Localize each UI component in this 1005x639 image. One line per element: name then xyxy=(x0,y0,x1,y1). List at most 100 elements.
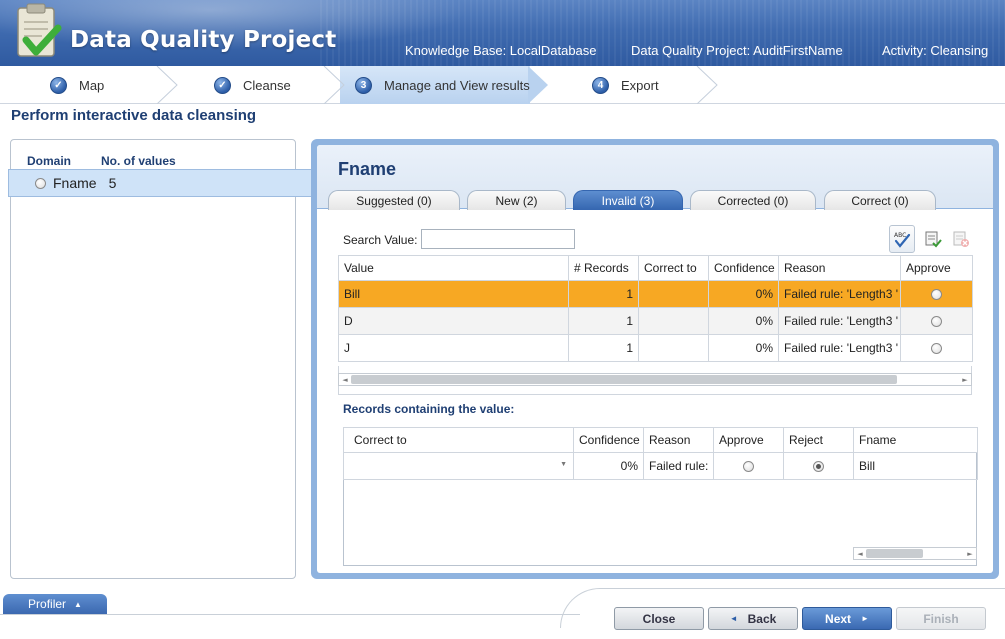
app-title: Data Quality Project xyxy=(70,27,337,53)
profiler-tab[interactable]: Profiler ▲ xyxy=(3,594,107,614)
approve-all-button[interactable] xyxy=(920,225,946,253)
col-header-reject[interactable]: Reject xyxy=(783,427,854,453)
values-table-header: Value # Records Correct to Confidence Re… xyxy=(338,255,973,281)
step-map[interactable]: ✓ Map xyxy=(50,66,104,104)
cell-reason: Failed rule: 'Length3 ' xyxy=(778,280,901,308)
values-table: Value # Records Correct to Confidence Re… xyxy=(338,255,973,362)
cell-confidence: 0% xyxy=(708,334,779,362)
domain-status-icon xyxy=(35,177,46,189)
col-header-confidence[interactable]: Confidence xyxy=(708,255,779,281)
col-header-reason[interactable]: Reason xyxy=(778,255,901,281)
step-complete-icon: ✓ xyxy=(214,76,231,94)
cell-reason: Failed rule: xyxy=(643,452,714,480)
approve-radio[interactable] xyxy=(743,461,754,473)
clipboard-check-icon xyxy=(17,3,62,57)
domain-name: Fname xyxy=(53,175,97,191)
scroll-thumb[interactable] xyxy=(351,375,897,384)
scroll-right-icon[interactable]: ► xyxy=(965,548,975,559)
activity-label: Activity: Cleansing xyxy=(882,43,989,58)
app-header: Data Quality Project Knowledge Base: Loc… xyxy=(0,0,1005,66)
records-table-header: Correct to Confidence Reason Approve Rej… xyxy=(343,427,978,453)
values-column-header: No. of values xyxy=(101,154,176,168)
project-label: Data Quality Project: AuditFirstName xyxy=(631,43,843,58)
knowledge-base-label: Knowledge Base: LocalDatabase xyxy=(405,43,597,58)
close-button[interactable]: Close xyxy=(614,607,704,630)
col-header-approve[interactable]: Approve xyxy=(713,427,784,453)
step-label: Export xyxy=(621,77,659,93)
col-header-value[interactable]: Value xyxy=(338,255,569,281)
values-horizontal-scrollbar[interactable]: ◄ ► xyxy=(338,373,972,386)
approve-radio[interactable] xyxy=(931,343,942,355)
step-manage-results[interactable]: 3 Manage and View results xyxy=(355,66,530,104)
cell-approve xyxy=(900,307,973,335)
tab-suggested[interactable]: Suggested (0) xyxy=(328,190,460,210)
cell-approve xyxy=(713,452,784,480)
cell-reject xyxy=(783,452,854,480)
tab-correct[interactable]: Correct (0) xyxy=(824,190,936,210)
footer-divider xyxy=(0,614,580,615)
cell-confidence: 0% xyxy=(708,280,779,308)
spell-check-icon: ABC xyxy=(894,232,911,248)
col-header-records[interactable]: # Records xyxy=(568,255,639,281)
records-horizontal-scrollbar[interactable]: ◄ ► xyxy=(853,547,977,560)
step-label: Map xyxy=(79,77,105,93)
tab-new[interactable]: New (2) xyxy=(467,190,566,210)
domain-title: Fname xyxy=(338,159,397,179)
step-export[interactable]: 4 Export xyxy=(592,66,659,104)
cell-correct-to-dropdown[interactable]: ▼ xyxy=(343,452,574,480)
cell-records: 1 xyxy=(568,334,639,362)
finish-button[interactable]: Finish xyxy=(896,607,986,630)
step-separator-icon xyxy=(156,66,178,104)
search-label: Search Value: xyxy=(343,233,418,247)
scroll-left-icon[interactable]: ◄ xyxy=(340,374,350,385)
col-header-reason[interactable]: Reason xyxy=(643,427,714,453)
step-complete-icon: ✓ xyxy=(50,76,67,94)
cell-confidence: 0% xyxy=(573,452,644,480)
scroll-left-icon[interactable]: ◄ xyxy=(855,548,865,559)
cell-correct-to[interactable] xyxy=(638,307,709,335)
tab-corrected[interactable]: Corrected (0) xyxy=(690,190,816,210)
back-button[interactable]: ◄ Back xyxy=(708,607,798,630)
spell-check-button[interactable]: ABC xyxy=(889,225,915,253)
profiler-label: Profiler xyxy=(28,597,67,611)
cell-records: 1 xyxy=(568,307,639,335)
dq-window: Data Quality Project Knowledge Base: Loc… xyxy=(0,0,1005,639)
cell-correct-to[interactable] xyxy=(638,280,709,308)
step-separator-icon xyxy=(323,66,345,104)
col-header-confidence[interactable]: Confidence xyxy=(573,427,644,453)
search-value-input[interactable] xyxy=(421,229,575,249)
step-separator-icon xyxy=(696,66,718,104)
cell-value: Bill xyxy=(338,280,569,308)
col-header-fname[interactable]: Fname xyxy=(853,427,978,453)
back-arrow-icon: ◄ xyxy=(729,614,738,623)
table-row[interactable]: Bill 1 0% Failed rule: 'Length3 ' xyxy=(338,280,973,308)
reject-radio[interactable] xyxy=(813,461,824,473)
next-button[interactable]: Next ► xyxy=(802,607,892,630)
domain-value-count: 5 xyxy=(108,175,117,191)
domain-row-fname[interactable]: Fname 5 xyxy=(8,169,314,197)
approve-radio[interactable] xyxy=(931,316,942,328)
table-row[interactable]: D 1 0% Failed rule: 'Length3 ' xyxy=(338,307,973,335)
cell-records: 1 xyxy=(568,280,639,308)
approve-all-icon xyxy=(925,231,942,248)
cell-value: J xyxy=(338,334,569,362)
cell-approve xyxy=(900,280,973,308)
col-header-approve[interactable]: Approve xyxy=(900,255,973,281)
step-cleanse[interactable]: ✓ Cleanse xyxy=(214,66,291,104)
step-label: Cleanse xyxy=(243,77,291,93)
chevron-down-icon[interactable]: ▼ xyxy=(560,461,567,468)
scroll-thumb[interactable] xyxy=(866,549,923,558)
records-heading: Records containing the value: xyxy=(343,402,515,416)
next-arrow-icon: ► xyxy=(861,614,869,623)
table-row[interactable]: J 1 0% Failed rule: 'Length3 ' xyxy=(338,334,973,362)
approve-radio[interactable] xyxy=(931,289,942,301)
wizard-steps: ✓ Map ✓ Cleanse 3 Manage and View result… xyxy=(0,66,1005,104)
scroll-right-icon[interactable]: ► xyxy=(960,374,970,385)
col-header-correct-to[interactable]: Correct to xyxy=(343,427,574,453)
tab-invalid[interactable]: Invalid (3) xyxy=(573,190,683,210)
reject-all-button[interactable] xyxy=(948,225,974,253)
table-row[interactable]: ▼ 0% Failed rule: Bill xyxy=(343,452,978,480)
cell-correct-to[interactable] xyxy=(638,334,709,362)
step-label: Manage and View results xyxy=(384,77,530,93)
col-header-correct-to[interactable]: Correct to xyxy=(638,255,709,281)
